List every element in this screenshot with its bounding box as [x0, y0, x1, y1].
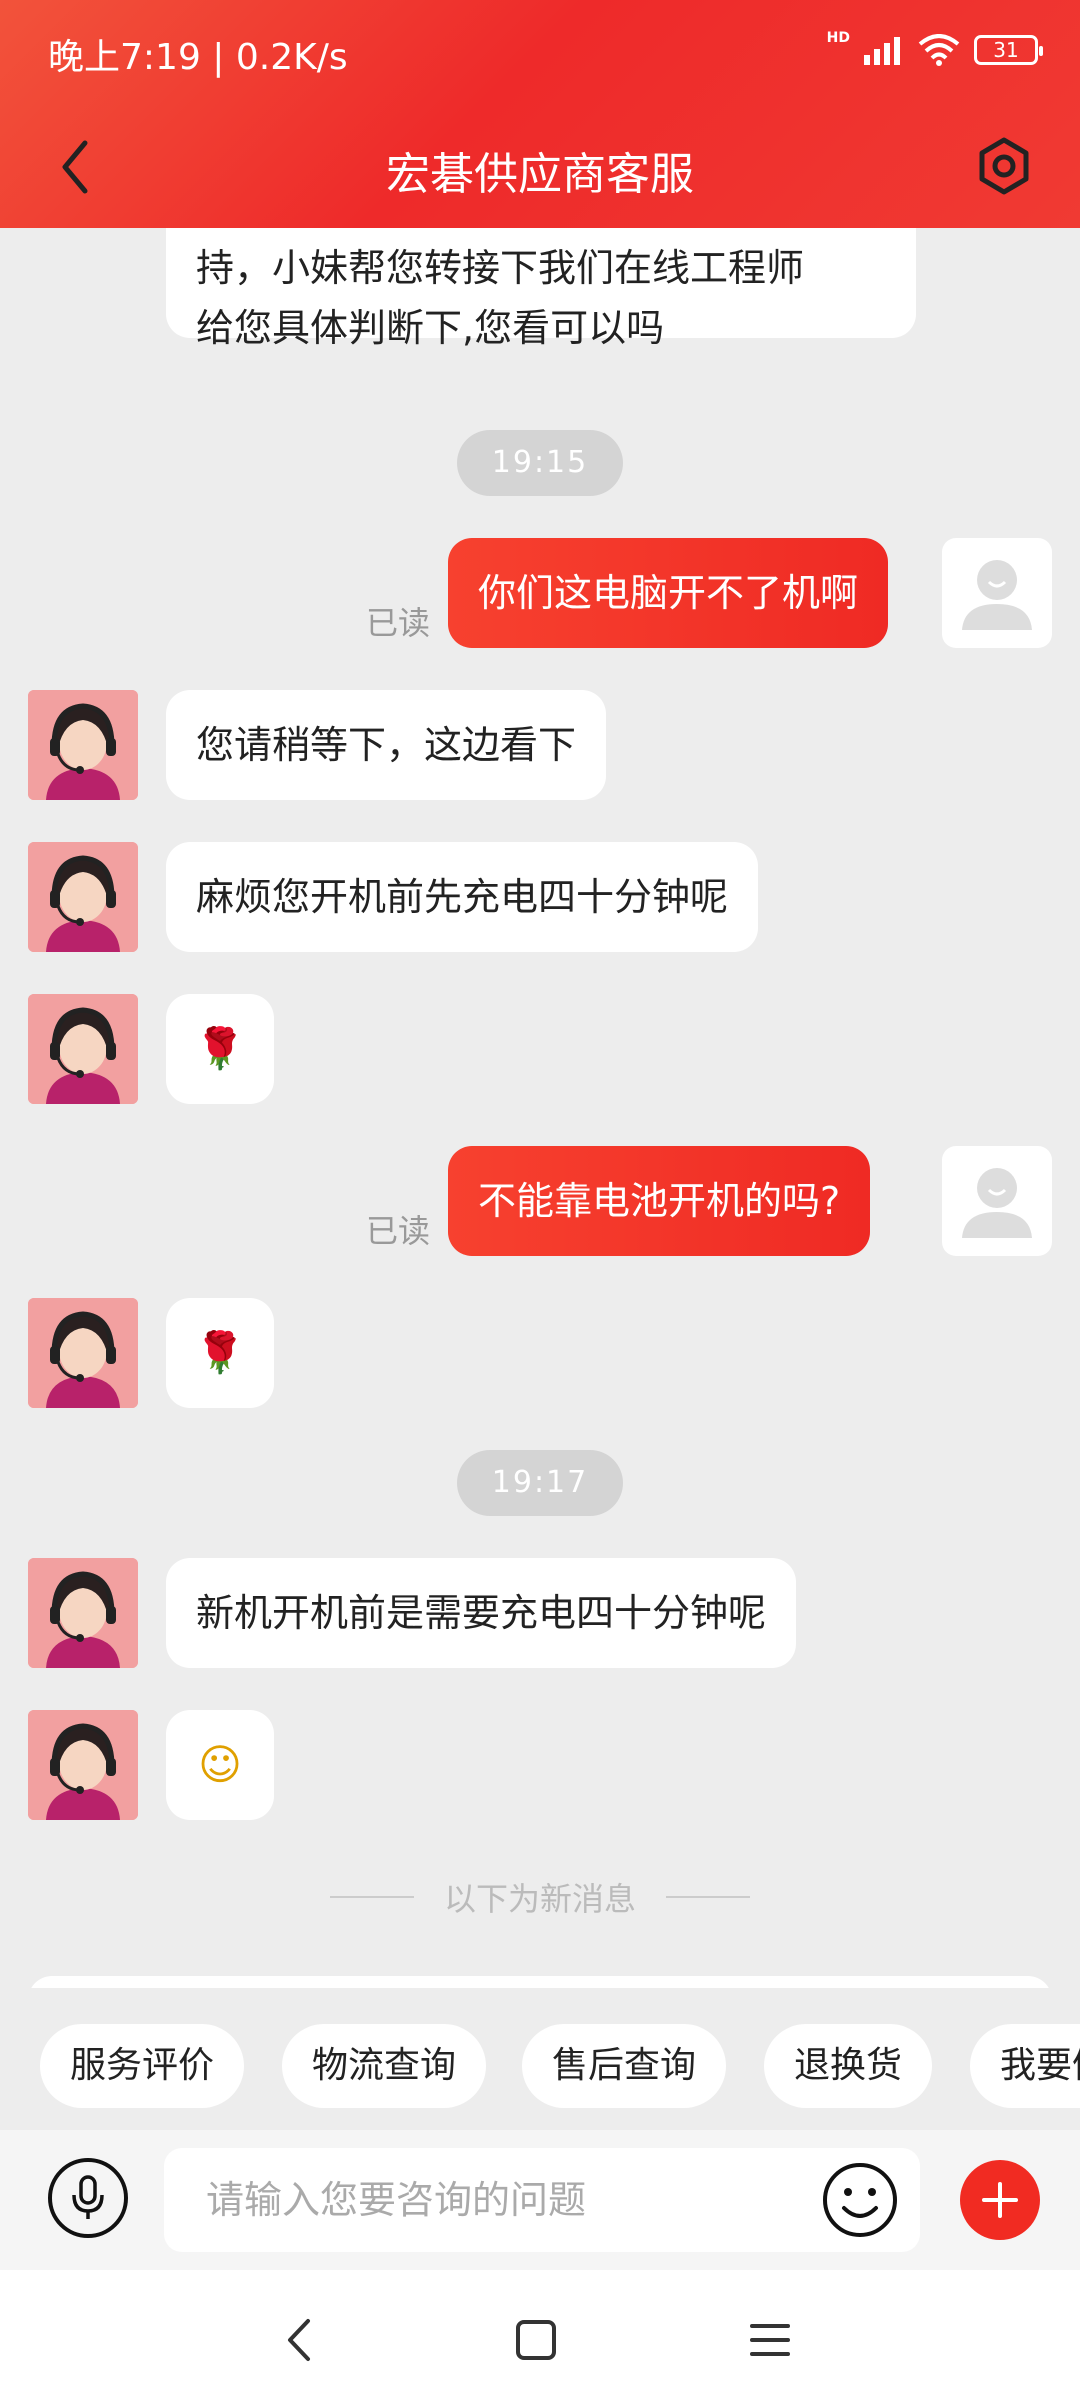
user-avatar-icon [962, 1168, 1032, 1238]
timestamp: 19:17 [457, 1450, 623, 1516]
chat-area[interactable]: 持，小妹帮您转接下我们在线工程师 给您具体判断下,您看可以吗 19:15 已读 … [0, 228, 1080, 1988]
system-menu-button[interactable] [730, 2300, 810, 2380]
plus-icon [982, 2182, 1018, 2218]
message-bubble-agent: 您请稍等下，这边看下 [166, 690, 607, 800]
square-icon [516, 2320, 556, 2360]
message-bubble-agent: 新机开机前是需要充电四十分钟呢 [166, 1558, 797, 1668]
emoji-bubble-agent: 🌹 [166, 994, 274, 1104]
smiley-icon [823, 2163, 897, 2237]
user-avatar-icon [962, 560, 1032, 630]
chip-after-sales[interactable]: 售后查询 [522, 2024, 727, 2108]
divider-line [666, 1896, 750, 1898]
agent-avatar [28, 842, 138, 952]
message-input[interactable] [164, 2148, 920, 2252]
message-bubble-user: 你们这电脑开不了机啊 [448, 538, 889, 648]
message-bubble-user: 不能靠电池开机的吗? [448, 1146, 871, 1256]
chip-return-exchange[interactable]: 退换货 [764, 2024, 933, 2108]
menu-icon [750, 2324, 790, 2356]
status-icons: HD 31 [826, 28, 1043, 72]
timestamp: 19:15 [457, 430, 623, 496]
user-avatar [942, 538, 1052, 648]
message-bubble: 持，小妹帮您转接下我们在线工程师 给您具体判断下,您看可以吗 [166, 228, 916, 350]
chip-service-rating[interactable]: 服务评价 [40, 2024, 245, 2108]
wifi-icon [918, 34, 960, 66]
quick-actions: 服务评价 物流查询 售后查询 退换货 我要催 [0, 2018, 1080, 2118]
system-home-button[interactable] [496, 2300, 576, 2380]
agent-avatar-icon [28, 842, 138, 952]
system-nav-bar [0, 2270, 1080, 2400]
message-bubble-agent: 麻烦您开机前先充电四十分钟呢 [166, 842, 759, 952]
agent-avatar-icon [28, 1558, 138, 1668]
status-time: 晚上7:19 | 0.2K/s [48, 37, 348, 78]
user-avatar [942, 1146, 1052, 1256]
chip-urge[interactable]: 我要催 [970, 2024, 1080, 2108]
smile-emoji: ☺ [198, 1740, 242, 1789]
message-card [28, 1976, 1052, 1988]
app-header: 晚上7:19 | 0.2K/s HD 31 宏碁供应商客服 [0, 0, 1080, 228]
agent-avatar [28, 690, 138, 800]
add-button[interactable] [960, 2160, 1040, 2240]
read-status: 已读 [366, 1212, 431, 1250]
agent-avatar-icon [28, 690, 138, 800]
signal-icon [864, 37, 900, 65]
emoji-bubble-agent: ☺ [166, 1710, 274, 1820]
back-arrow-icon [288, 2319, 310, 2361]
read-status: 已读 [366, 604, 431, 642]
agent-avatar [28, 1710, 138, 1820]
rose-emoji: 🌹 [195, 1330, 245, 1376]
new-messages-divider: 以下为新消息 [443, 1880, 636, 1918]
rose-emoji: 🌹 [195, 1026, 245, 1072]
chip-logistics[interactable]: 物流查询 [282, 2024, 487, 2108]
agent-avatar [28, 994, 138, 1104]
input-bar [0, 2130, 1080, 2270]
microphone-icon [72, 2175, 104, 2219]
settings-button[interactable] [964, 126, 1044, 206]
agent-avatar-icon [28, 1710, 138, 1820]
nav-row: 宏碁供应商客服 [0, 120, 1080, 210]
system-back-button[interactable] [260, 2300, 340, 2380]
voice-button[interactable] [48, 2158, 128, 2238]
emoji-button[interactable] [820, 2160, 900, 2240]
battery-level: 31 [993, 38, 1019, 62]
hd-badge: HD [826, 30, 850, 46]
gear-icon [979, 137, 1029, 195]
emoji-bubble-agent: 🌹 [166, 1298, 274, 1408]
battery-icon: 31 [974, 35, 1043, 65]
status-bar: 晚上7:19 | 0.2K/s HD 31 [0, 0, 1080, 100]
agent-avatar-icon [28, 1298, 138, 1408]
page-title: 宏碁供应商客服 [386, 149, 694, 200]
agent-avatar [28, 1558, 138, 1668]
agent-avatar [28, 1298, 138, 1408]
agent-avatar-icon [28, 994, 138, 1104]
